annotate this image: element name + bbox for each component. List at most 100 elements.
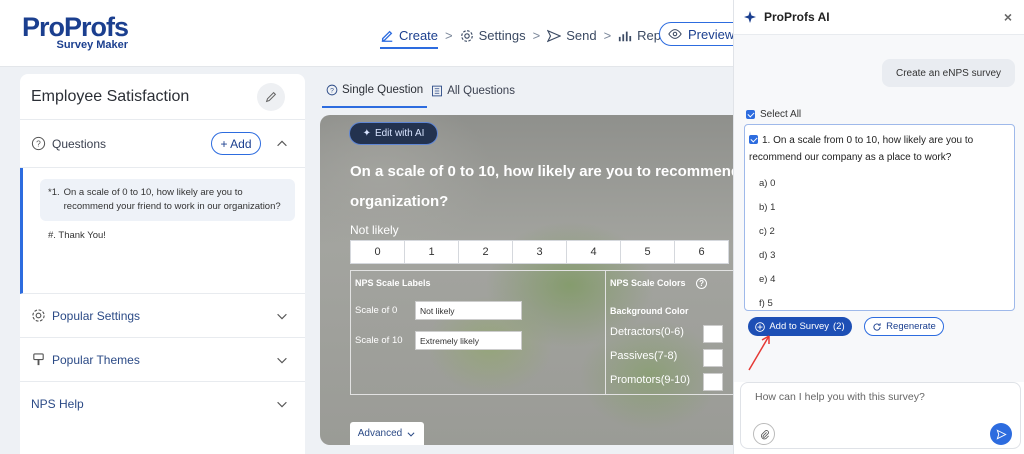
select-all-label: Select All [760,109,802,120]
nps-settings-box: NPS Scale Labels Scale of 0 Not likely S… [350,270,735,395]
add-question-button[interactable]: + Add [211,132,261,155]
scale-option[interactable]: 3 [512,240,567,264]
answer-option: d) 3 [759,250,776,261]
nps-scale-labels-panel: NPS Scale Labels Scale of 0 Not likely S… [351,271,606,394]
view-tabs: ? Single Question All Questions [322,80,519,108]
detractors-color-swatch[interactable] [703,325,723,343]
nav-separator: > [445,28,453,43]
regenerate-label: Regenerate [886,321,936,332]
edit-with-ai-button[interactable]: ✦ Edit with AI [349,122,438,145]
scale-of-0-input[interactable]: Not likely [415,301,522,320]
passives-label: Passives(7-8) [610,350,678,362]
chevron-down-icon[interactable] [275,353,289,367]
tab-all-questions[interactable]: All Questions [427,80,519,108]
nav-send[interactable]: Send [547,28,597,43]
popular-themes-label: Popular Themes [52,352,140,367]
scale-option[interactable]: 4 [566,240,621,264]
send-message-button[interactable] [990,423,1012,445]
ai-panel-title: ProProfs AI [764,10,830,24]
nav-create[interactable]: Create [380,28,439,49]
question-text: On a scale of 0 to 10, how likely are yo… [63,187,281,212]
paperclip-icon[interactable] [753,423,775,445]
scale-option[interactable]: 6 [674,240,729,264]
chevron-down-icon[interactable] [275,397,289,411]
question-title-line1: On a scale of 0 to 10, how likely are yo… [350,163,735,180]
regenerate-button[interactable]: Regenerate [864,317,944,336]
nav-send-label: Send [566,28,597,43]
pencil-icon [265,91,277,103]
chevron-down-icon [407,431,415,437]
close-icon[interactable]: × [1000,9,1016,25]
scale-of-10-input[interactable]: Extremely likely [415,331,522,350]
tab-single-question[interactable]: ? Single Question [322,80,428,108]
edit-title-button[interactable] [257,83,285,111]
bar-chart-icon [619,31,632,41]
nav-settings[interactable]: Settings [460,28,526,43]
sparkle-icon: ✦ [362,128,371,139]
send-icon [547,29,562,42]
answer-option: a) 0 [759,178,776,189]
sparkle-icon [744,11,756,23]
survey-title-text: Employee Satisfaction [31,87,190,105]
scale-low-label: Not likely [350,223,399,237]
generated-question-card: 1. On a scale from 0 to 10, how likely a… [744,124,1015,311]
question-circle-icon: ? [31,136,46,151]
promotors-label: Promotors(9-10) [610,374,691,386]
ai-chat-input[interactable]: How can I help you with this survey? [740,382,1021,449]
chat-input-placeholder: How can I help you with this survey? [755,391,925,403]
generated-question-text: 1. On a scale from 0 to 10, how likely a… [749,135,974,163]
nps-help-header[interactable]: NPS Help [20,382,305,426]
help-icon[interactable]: ? [696,278,708,289]
select-all-checkbox[interactable]: Select All [746,109,801,120]
add-to-survey-label: Add to Survey [769,321,830,332]
answer-option: f) 5 [759,298,773,309]
advanced-label: Advanced [357,428,403,439]
scale-option[interactable]: 2 [458,240,513,264]
main-nav: Create > Settings > Send > Reports [380,22,683,49]
nav-separator: > [603,28,612,43]
promotors-color-swatch[interactable] [703,373,723,391]
chevron-down-icon[interactable] [275,309,289,323]
scale-of-10-label: Scale of 10 [355,335,403,346]
logo-text-pro: Pro [22,12,65,42]
nps-scale-labels-heading: NPS Scale Labels [355,278,431,288]
answer-option: e) 4 [759,274,776,285]
chevron-up-icon[interactable] [275,137,289,151]
add-to-survey-count: (2) [833,321,845,332]
scale-option[interactable]: 5 [620,240,675,264]
paperclip-glyph [760,429,769,439]
gear-icon [460,29,473,42]
tab-single-label: Single Question [342,84,424,96]
survey-title: Employee Satisfaction [20,74,305,120]
gear-icon [32,309,45,322]
nav-create-label: Create [399,28,439,43]
question-title[interactable]: On a scale of 0 to 10, how likely are yo… [350,157,735,217]
background-color-heading: Background Color [610,306,689,316]
ai-panel-header: ProProfs AI × [734,0,1024,34]
scale-option[interactable]: 1 [404,240,459,264]
list-icon [432,85,443,97]
answer-option: c) 2 [759,226,775,237]
advanced-dropdown[interactable]: Advanced [350,422,424,445]
question-item-1[interactable]: *1. On a scale of 0 to 10, how likely ar… [40,179,295,221]
nps-scale-colors-heading: NPS Scale Colors ? [610,278,708,289]
passives-color-swatch[interactable] [703,349,723,367]
nav-settings-label: Settings [478,28,526,43]
send-icon [996,428,1007,440]
questions-list: *1. On a scale of 0 to 10, how likely ar… [20,168,305,294]
answer-option: b) 1 [759,202,776,213]
popular-settings-label: Popular Settings [52,308,141,323]
generated-question[interactable]: 1. On a scale from 0 to 10, how likely a… [749,132,1011,166]
thank-you-item[interactable]: #. Thank You! [40,221,295,241]
checkbox-checked-icon [746,110,755,119]
logo-text-profs: Profs [64,12,129,42]
nps-scale-colors-label: NPS Scale Colors [610,278,686,288]
popular-settings-header[interactable]: Popular Settings [20,294,305,338]
scale-option[interactable]: 0 [350,240,405,264]
popular-themes-header[interactable]: Popular Themes [20,338,305,382]
questions-section-header[interactable]: ? Questions + Add [20,120,305,168]
question-circle-icon: ? [326,84,338,96]
checkbox-checked-icon[interactable] [749,135,758,144]
proprofs-logo[interactable]: ProProfs Survey Maker [22,12,129,52]
nps-scale: 0 1 2 3 4 5 6 [350,240,729,264]
